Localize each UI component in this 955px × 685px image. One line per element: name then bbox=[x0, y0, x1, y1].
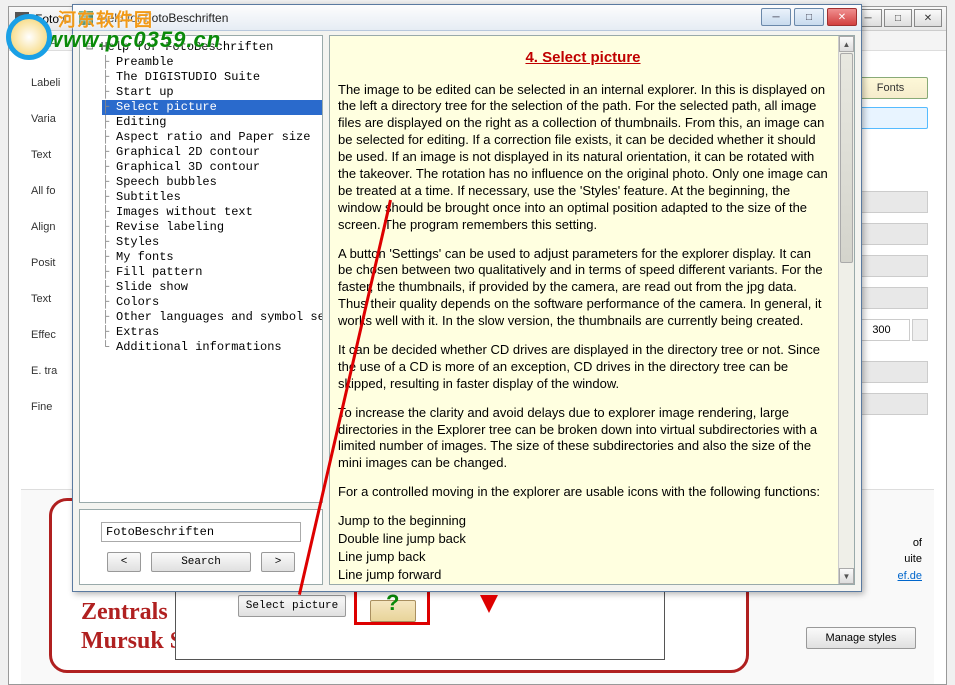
help-window: Help for FotoBeschriften ─ □ ✕ ⊟ Help fo… bbox=[72, 4, 862, 592]
help-minimize-button[interactable]: ─ bbox=[761, 8, 791, 26]
tree-item[interactable]: ├ Slide show bbox=[102, 280, 322, 295]
tree-item[interactable]: ├ My fonts bbox=[102, 250, 322, 265]
tree-item[interactable]: ├ Subtitles bbox=[102, 190, 322, 205]
content-scrollbar[interactable]: ▲ ▼ bbox=[838, 36, 854, 584]
scroll-thumb[interactable] bbox=[840, 53, 853, 263]
tree-item[interactable]: ├ Select picture bbox=[102, 100, 322, 115]
help-search-panel: FotoBeschriften < Search > bbox=[79, 509, 323, 585]
tree-item[interactable]: ├ Graphical 2D contour bbox=[102, 145, 322, 160]
article-p2: A button 'Settings' can be used to adjus… bbox=[338, 246, 828, 330]
search-input[interactable]: FotoBeschriften bbox=[101, 522, 301, 542]
article-heading: 4. Select picture bbox=[338, 48, 828, 68]
slider-bg-1[interactable] bbox=[853, 191, 928, 213]
article-p1: The image to be edited can be selected i… bbox=[338, 82, 828, 234]
article-p3: It can be decided whether CD drives are … bbox=[338, 342, 828, 393]
tree-item[interactable]: ├ Start up bbox=[102, 85, 322, 100]
tree-item[interactable]: ├ Colors bbox=[102, 295, 322, 310]
tree-item[interactable]: ├ Images without text bbox=[102, 205, 322, 220]
right-footer-links: of uite ef.de bbox=[898, 535, 922, 585]
watermark-logo-icon bbox=[6, 14, 52, 60]
slider-bg-5[interactable] bbox=[853, 361, 928, 383]
tree-item[interactable]: ├ Fill pattern bbox=[102, 265, 322, 280]
tree-item[interactable]: ├ Speech bubbles bbox=[102, 175, 322, 190]
slider-bg-6[interactable] bbox=[853, 393, 928, 415]
fonts-button[interactable]: Fonts bbox=[853, 77, 928, 99]
nav-list-item: Line jump forward bbox=[338, 567, 828, 584]
article-nav-list: Jump to the beginningDouble line jump ba… bbox=[338, 513, 828, 584]
search-button[interactable]: Search bbox=[151, 552, 251, 572]
tree-item[interactable]: ├ Aspect ratio and Paper size bbox=[102, 130, 322, 145]
link-frag-2[interactable]: uite bbox=[898, 551, 922, 568]
tree-item[interactable]: ├ Revise labeling bbox=[102, 220, 322, 235]
nav-list-item: Line jump back bbox=[338, 549, 828, 566]
nav-list-item: Double line jump back bbox=[338, 531, 828, 548]
preview-text-line2: Mursuk S bbox=[81, 627, 183, 656]
help-tree[interactable]: ⊟ Help for FotoBeschriften ├ Preamble├ T… bbox=[79, 35, 323, 503]
number-stepper[interactable] bbox=[912, 319, 928, 341]
preview-text-line1: Zentrals bbox=[81, 598, 183, 627]
annotation-arrow-head bbox=[480, 595, 498, 613]
parent-maximize-button[interactable]: □ bbox=[884, 9, 912, 27]
manage-styles-button[interactable]: Manage styles bbox=[806, 627, 916, 649]
tree-item[interactable]: ├ Extras bbox=[102, 325, 322, 340]
tree-item[interactable]: ├ Styles bbox=[102, 235, 322, 250]
help-maximize-button[interactable]: □ bbox=[794, 8, 824, 26]
help-icon-highlight bbox=[354, 589, 430, 625]
link-frag-3[interactable]: ef.de bbox=[898, 568, 922, 585]
slider-bg-2[interactable] bbox=[853, 223, 928, 245]
watermark: 河东软件园 www.pc0359.cn bbox=[6, 18, 221, 64]
search-forward-button[interactable]: > bbox=[261, 552, 295, 572]
select-picture-button[interactable]: Select picture bbox=[238, 595, 346, 617]
help-article[interactable]: 4. Select picture The image to be edited… bbox=[330, 36, 838, 584]
parent-close-button[interactable]: ✕ bbox=[914, 9, 942, 27]
preview-text: Zentrals Mursuk S bbox=[81, 598, 183, 656]
help-content-pane: 4. Select picture The image to be edited… bbox=[329, 35, 855, 585]
scroll-down-button[interactable]: ▼ bbox=[839, 568, 854, 584]
watermark-cn: 河东软件园 bbox=[58, 6, 153, 32]
help-close-button[interactable]: ✕ bbox=[827, 8, 857, 26]
slider-bg-4[interactable] bbox=[853, 287, 928, 309]
article-p4: To increase the clarity and avoid delays… bbox=[338, 405, 828, 473]
select-picture-toolbar: Select picture bbox=[175, 588, 665, 660]
search-back-button[interactable]: < bbox=[107, 552, 141, 572]
tree-item[interactable]: ├ The DIGISTUDIO Suite bbox=[102, 70, 322, 85]
nav-list-item: Jump to the beginning bbox=[338, 513, 828, 530]
help-book-icon[interactable] bbox=[370, 594, 414, 620]
tree-item[interactable]: ├ Graphical 3D contour bbox=[102, 160, 322, 175]
help-tree-pane: ⊟ Help for FotoBeschriften ├ Preamble├ T… bbox=[79, 35, 323, 585]
tree-item[interactable]: └ Additional informations bbox=[102, 340, 322, 355]
tree-item[interactable]: ├ Other languages and symbol sets bbox=[102, 310, 322, 325]
link-frag-1[interactable]: of bbox=[898, 535, 922, 552]
tree-item[interactable]: ├ Editing bbox=[102, 115, 322, 130]
slider-bg-3[interactable] bbox=[853, 255, 928, 277]
article-p5: For a controlled moving in the explorer … bbox=[338, 484, 828, 501]
right-column: Fonts 300 bbox=[853, 77, 928, 425]
scroll-up-button[interactable]: ▲ bbox=[839, 36, 854, 52]
blue-selection-box[interactable] bbox=[853, 107, 928, 129]
